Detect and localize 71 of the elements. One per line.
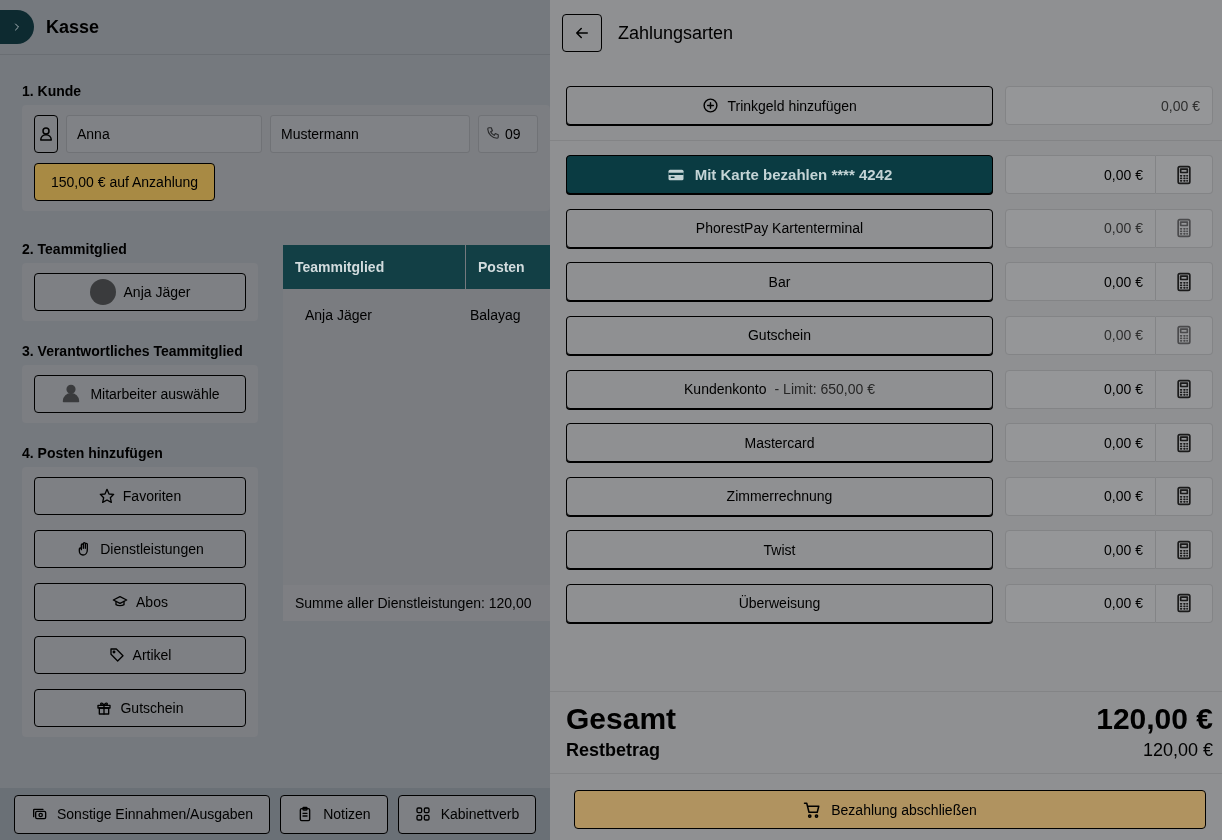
section-heading: 4. Posten hinzufügen [22,445,164,461]
table-cell-text: Anja Jäger [304,307,373,323]
calculator-icon [1174,271,1194,292]
payment-method-button[interactable]: Kundenkonto - Limit: 650,00 € [566,369,993,409]
last-name-field[interactable]: Mustermann [270,115,470,153]
add-item-button[interactable]: Dienstleistungen [34,530,246,568]
remaining-amount: 120,00 € [1141,740,1213,761]
calculator-icon [1174,164,1194,185]
calculator-button[interactable] [1156,423,1213,463]
add-item-button[interactable]: Artikel [34,636,246,674]
payment-method-button[interactable]: Twist [566,530,993,570]
remaining-label: Restbetrag [566,740,662,761]
calculator-icon [1174,432,1194,453]
table-cell: Balayag [470,307,521,323]
section-heading: 3. Verantwortliches Teammitglied [22,343,244,359]
calculator-icon [1174,325,1194,346]
calculator-icon [1174,218,1194,239]
panel-title: Zahlungsarten [618,22,734,44]
payment-method-button[interactable]: Mastercard [566,423,993,463]
card-payment-button[interactable]: Mit Karte bezahlen **** 4242 [566,155,993,195]
page-title: Kasse [46,16,100,38]
gift-icon [96,700,113,716]
total-amount: 120,00 € [1096,702,1213,736]
deposit-badge[interactable]: 150,00 € auf Anzahlung [34,163,216,201]
star-icon [98,488,115,504]
first-name-field[interactable]: Anna [66,115,262,153]
tag-icon [108,647,125,663]
add-item-button[interactable]: Abos [34,583,246,621]
calculator-icon [1174,379,1194,400]
section-heading: 2. Teammitglied [22,241,128,257]
calculator-button[interactable] [1156,155,1213,195]
phone-field[interactable]: 09 [478,115,538,153]
column-header: Posten [477,258,525,277]
services-total: Summe aller Dienstleistungen: 120,00 [283,585,550,621]
amount-field[interactable]: 0,00 € [1005,369,1156,409]
calculator-icon [1174,593,1194,614]
cash-icon [31,806,47,822]
team-member-button[interactable]: Anja Jäger [34,273,246,311]
payment-method-button[interactable]: Zimmerrechnung [566,476,993,516]
plus-circle-icon [702,97,720,114]
amount-field[interactable]: 0,00 € [1005,476,1156,516]
amount-field[interactable]: 0,00 € [1005,262,1156,302]
calculator-icon [1174,486,1194,507]
amount-field[interactable]: 0,00 € [1005,155,1156,195]
amount-field[interactable]: 0,00 € [1005,583,1156,623]
add-item-button[interactable]: Gutschein [34,689,246,727]
complete-payment-button[interactable]: Bezahlung abschließen [574,790,1206,829]
toolbar-button[interactable]: Kabinettverb [397,794,537,834]
grid-icon [414,806,431,822]
amount-field[interactable]: 0,00 € [1005,423,1156,463]
sidebar-toggle-button[interactable] [0,10,34,44]
payment-method-button[interactable]: Überweisung [566,583,993,623]
amount-field[interactable]: 0,00 € [1005,530,1156,570]
section-heading: 1. Kunde [22,83,83,99]
calculator-button[interactable] [1156,262,1213,302]
cart-icon [803,800,822,819]
toolbar-button[interactable]: Notizen [280,794,388,834]
calculator-button[interactable] [1156,530,1213,570]
calculator-button[interactable] [1156,583,1213,623]
add-item-button[interactable]: Favoriten [34,477,246,515]
customer-profile-button[interactable] [34,115,58,153]
calculator-button[interactable] [1156,369,1213,409]
back-button[interactable] [562,14,602,52]
calculator-icon [1174,539,1194,560]
avatar-icon [89,279,116,305]
person-icon [37,125,55,143]
calculator-button[interactable] [1156,476,1213,516]
payment-method-button[interactable]: Bar [566,262,993,302]
toolbar-button[interactable]: Sonstige Einnahmen/Ausgaben [14,794,271,834]
total-label: Gesamt [566,702,678,736]
select-staff-button[interactable]: Mitarbeiter auswähle [34,375,246,413]
